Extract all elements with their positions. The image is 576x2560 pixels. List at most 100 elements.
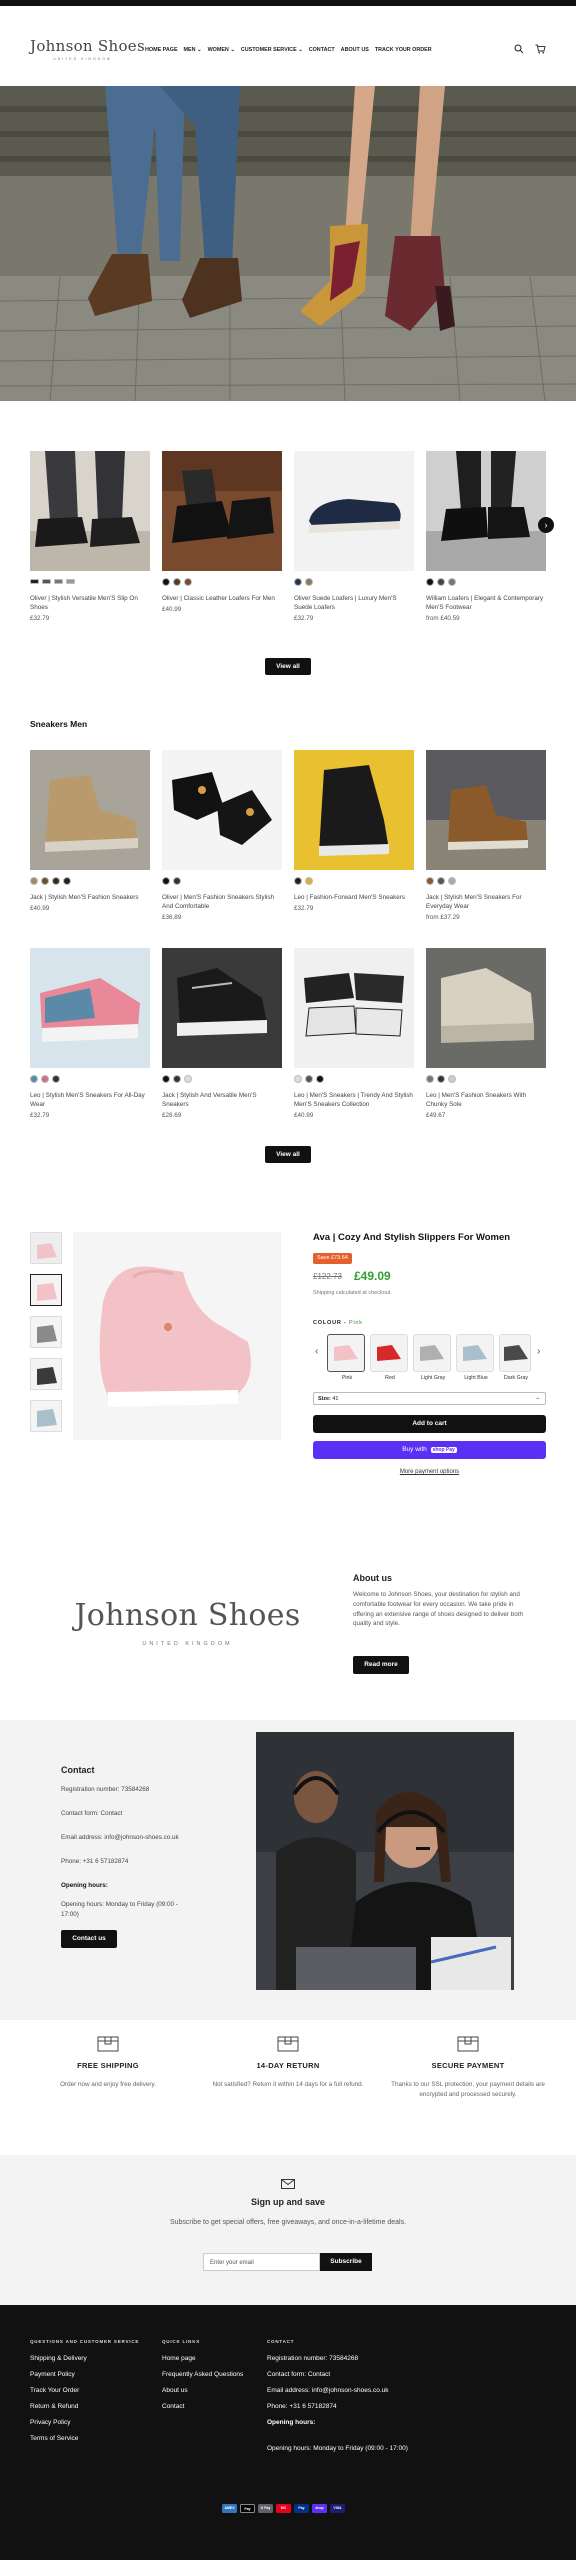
swatch[interactable] [162, 1074, 170, 1083]
swatch[interactable] [448, 1074, 456, 1083]
swatch[interactable] [42, 579, 51, 584]
footer-link[interactable]: Payment Policy [30, 2371, 75, 2380]
footer-contact-line[interactable]: Email address: info@johnson-shoes.co.uk [267, 2387, 389, 2396]
swatch[interactable] [426, 1074, 434, 1083]
footer-link[interactable]: Home page [162, 2355, 196, 2364]
product-thumbnail[interactable] [30, 1400, 62, 1432]
footer-contact-line[interactable]: Contact form: Contact [267, 2371, 330, 2380]
product-card[interactable]: Oliver | Men'S Fashion Sneakers Stylish … [162, 750, 282, 923]
swatch[interactable] [294, 577, 302, 586]
color-option-dark-gray[interactable]: Dark Gray [499, 1334, 533, 1382]
more-payment-options-link[interactable]: More payment options [313, 1468, 546, 1476]
product-title[interactable]: Oliver | Stylish Versatile Men'S Slip On… [30, 594, 150, 612]
swatch[interactable] [305, 1074, 313, 1083]
swatch[interactable] [30, 1074, 38, 1083]
site-logo[interactable]: Johnson Shoes UNITED KINGDOM [30, 36, 145, 62]
color-option-light-gray[interactable]: Light Gray [413, 1334, 453, 1382]
product-title[interactable]: Jack | Stylish Men'S Fashion Sneakers [30, 893, 150, 902]
product-title[interactable]: William Loafers | Elegant & Contemporary… [426, 594, 546, 612]
size-select[interactable]: Size: 41 ⌄ [313, 1392, 546, 1405]
footer-link[interactable]: Contact [162, 2403, 184, 2412]
footer-link[interactable]: Track Your Order [30, 2387, 79, 2396]
swatch[interactable] [173, 577, 181, 586]
swatch[interactable] [173, 876, 181, 885]
cart-icon[interactable] [535, 44, 546, 57]
product-title[interactable]: Jack | Stylish And Versatile Men'S Sneak… [162, 1091, 282, 1109]
swatch[interactable] [162, 577, 170, 586]
product-card[interactable]: Oliver | Stylish Versatile Men'S Slip On… [30, 451, 150, 624]
footer-link[interactable]: Frequently Asked Questions [162, 2371, 243, 2380]
footer-link[interactable]: Privacy Policy [30, 2419, 70, 2428]
swatch[interactable] [294, 876, 302, 885]
hero-banner[interactable] [0, 86, 576, 401]
nav-contact[interactable]: CONTACT [309, 47, 335, 54]
product-main-image[interactable] [73, 1232, 281, 1440]
read-more-button[interactable]: Read more [353, 1656, 409, 1674]
swatch[interactable] [52, 1074, 60, 1083]
product-card[interactable]: Leo | Men'S Fashion Sneakers With Chunky… [426, 948, 546, 1121]
footer-link[interactable]: Shipping & Delivery [30, 2355, 87, 2364]
product-title[interactable]: Oliver | Men'S Fashion Sneakers Stylish … [162, 893, 282, 911]
swatch[interactable] [448, 876, 456, 885]
product-title[interactable]: Leo | Stylish Men'S Sneakers For All-Day… [30, 1091, 150, 1109]
product-thumbnail[interactable] [30, 1232, 62, 1264]
product-title[interactable]: Oliver Suede Loafers | Luxury Men'S Sued… [294, 594, 414, 612]
swatch[interactable] [437, 876, 445, 885]
view-all-button[interactable]: View all [265, 1146, 311, 1163]
footer-link[interactable]: Terms of Service [30, 2435, 78, 2444]
swatch[interactable] [54, 579, 63, 584]
swatch[interactable] [41, 1074, 49, 1083]
swatch[interactable] [66, 579, 75, 584]
swatch[interactable] [426, 577, 434, 586]
product-card[interactable]: Oliver | Classic Leather Loafers For Men… [162, 451, 282, 615]
product-title[interactable]: Leo | Men'S Sneakers | Trendy And Stylis… [294, 1091, 414, 1109]
swatch[interactable] [305, 577, 313, 586]
swatch[interactable] [437, 1074, 445, 1083]
footer-link[interactable]: Return & Refund [30, 2403, 78, 2412]
color-option-pink[interactable]: Pink [327, 1334, 367, 1382]
product-title[interactable]: Oliver | Classic Leather Loafers For Men [162, 594, 282, 603]
carousel-next-arrow[interactable]: › [538, 517, 554, 533]
add-to-cart-button[interactable]: Add to cart [313, 1415, 546, 1433]
contact-us-button[interactable]: Contact us [61, 1930, 117, 1948]
nav-about[interactable]: ABOUT US [341, 47, 369, 54]
product-card[interactable]: Jack | Stylish And Versatile Men'S Sneak… [162, 948, 282, 1121]
swatch[interactable] [173, 1074, 181, 1083]
contact-email[interactable]: Email address: info@johnson-shoes.co.uk [61, 1834, 179, 1843]
product-title[interactable]: Jack | Stylish Men'S Sneakers For Everyd… [426, 893, 546, 911]
swatch[interactable] [316, 1074, 324, 1083]
view-all-button[interactable]: View all [265, 658, 311, 675]
swatch[interactable] [162, 876, 170, 885]
chevron-left-icon[interactable]: ‹ [315, 1345, 318, 1359]
swatch[interactable] [448, 577, 456, 586]
product-thumbnail[interactable] [30, 1316, 62, 1348]
nav-men[interactable]: MEN ⌄ [184, 47, 202, 54]
email-input[interactable]: Enter your email [203, 2253, 320, 2271]
product-card[interactable]: William Loafers | Elegant & Contemporary… [426, 451, 546, 624]
color-option-red[interactable]: Red [370, 1334, 410, 1382]
swatch[interactable] [426, 876, 434, 885]
product-card[interactable]: Jack | Stylish Men'S Fashion Sneakers £4… [30, 750, 150, 914]
footer-link[interactable]: About us [162, 2387, 188, 2396]
swatch[interactable] [30, 876, 38, 885]
shop-pay-button[interactable]: Buy with shop Pay [313, 1441, 546, 1459]
contact-form-line[interactable]: Contact form: Contact [61, 1810, 122, 1819]
swatch[interactable] [184, 1074, 192, 1083]
search-icon[interactable] [514, 44, 524, 57]
product-card[interactable]: Jack | Stylish Men'S Sneakers For Everyd… [426, 750, 546, 923]
product-card[interactable]: Leo | Men'S Sneakers | Trendy And Stylis… [294, 948, 414, 1121]
chevron-right-icon[interactable]: › [537, 1345, 540, 1359]
subscribe-button[interactable]: Subscribe [320, 2253, 372, 2271]
swatch[interactable] [184, 577, 192, 586]
swatch[interactable] [437, 577, 445, 586]
product-thumbnail[interactable] [30, 1274, 62, 1306]
swatch[interactable] [63, 876, 71, 885]
color-option-light-blue[interactable]: Light Blue [456, 1334, 496, 1382]
swatch[interactable] [305, 876, 313, 885]
nav-home[interactable]: HOME PAGE [145, 47, 178, 54]
product-card[interactable]: Oliver Suede Loafers | Luxury Men'S Sued… [294, 451, 414, 624]
product-thumbnail[interactable] [30, 1358, 62, 1390]
nav-women[interactable]: WOMEN ⌄ [208, 47, 235, 54]
swatch[interactable] [41, 876, 49, 885]
product-title[interactable]: Leo | Men'S Fashion Sneakers With Chunky… [426, 1091, 546, 1109]
